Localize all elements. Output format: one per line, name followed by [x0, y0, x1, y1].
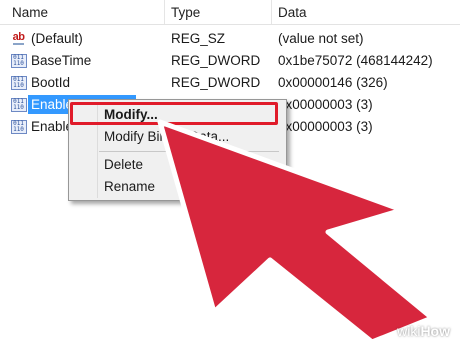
binary-value-icon: 011 110 [10, 75, 27, 90]
string-value-icon: ab [12, 31, 25, 45]
column-divider[interactable] [271, 0, 272, 24]
binary-value-icon: 011 110 [10, 97, 27, 112]
value-data: 0x1be75072 (468144242) [278, 53, 433, 68]
value-type: REG_SZ [171, 31, 226, 46]
watermark-logo: wikiHow [397, 323, 450, 339]
menu-item-label: Modify Binary Data... [104, 129, 230, 144]
registry-value-row[interactable]: ab (Default) REG_SZ (value not set) [0, 28, 460, 50]
column-divider[interactable] [164, 0, 165, 24]
menu-item-label: Delete [104, 157, 144, 172]
value-data: 0x00000003 (3) [278, 119, 373, 134]
value-name: BootId [31, 75, 71, 90]
menu-item-label: Rename [104, 179, 156, 194]
binary-value-icon: 011 110 [10, 119, 27, 134]
column-header: Name Type Data [0, 0, 460, 25]
value-type: REG_DWORD [171, 53, 261, 68]
value-data: (value not set) [278, 31, 364, 46]
column-name-header[interactable]: Name [12, 5, 48, 20]
value-data: 0x00000146 (326) [278, 75, 388, 90]
menu-item-rename[interactable]: Rename [69, 176, 286, 198]
value-name: (Default) [31, 31, 83, 46]
column-type-header[interactable]: Type [171, 5, 200, 20]
menu-separator [99, 151, 279, 152]
annotation-highlight-box [70, 102, 278, 125]
column-data-header[interactable]: Data [278, 5, 307, 20]
menu-item-delete[interactable]: Delete [69, 154, 286, 176]
value-name: BaseTime [31, 53, 92, 68]
binary-value-icon: 011 110 [10, 53, 27, 68]
menu-item-modify-binary[interactable]: Modify Binary Data... [69, 126, 286, 148]
value-data: 0x00000003 (3) [278, 97, 373, 112]
value-type: REG_DWORD [171, 75, 261, 90]
registry-value-row[interactable]: 011 110 BaseTime REG_DWORD 0x1be75072 (46… [0, 50, 460, 72]
registry-value-row[interactable]: 011 110 BootId REG_DWORD 0x00000146 (326) [0, 72, 460, 94]
